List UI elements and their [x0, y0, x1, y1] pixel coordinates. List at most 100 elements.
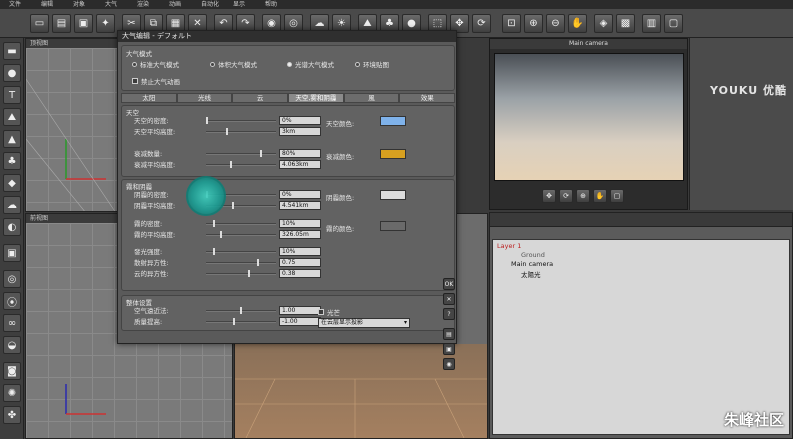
- metaball-icon[interactable]: ⦿: [3, 292, 21, 310]
- param-value-field[interactable]: 80%: [279, 149, 321, 158]
- tree-item-sun[interactable]: 太陽光: [521, 269, 541, 279]
- save-preset-icon[interactable]: ▣: [443, 343, 455, 355]
- slider-knob[interactable]: [240, 307, 242, 314]
- radio-spectral[interactable]: 光谱大气模式: [287, 59, 334, 69]
- param-slider[interactable]: [206, 231, 276, 238]
- text-icon[interactable]: T: [3, 86, 21, 104]
- slider-knob[interactable]: [257, 259, 259, 266]
- slider-knob[interactable]: [213, 248, 215, 255]
- param-slider[interactable]: [206, 117, 276, 124]
- param-slider[interactable]: [206, 248, 276, 255]
- save-icon[interactable]: ▣: [74, 14, 93, 33]
- mountain-icon[interactable]: ⛰: [3, 108, 21, 126]
- tab-wind[interactable]: 風: [343, 93, 400, 103]
- preview-icon[interactable]: ◉: [443, 358, 455, 370]
- fog-color-swatch[interactable]: [380, 221, 406, 231]
- light-tool-icon[interactable]: ✺: [3, 384, 21, 402]
- zoom-fit-icon[interactable]: ⊡: [502, 14, 521, 33]
- rotate-icon[interactable]: ⟳: [472, 14, 491, 33]
- param-value-field[interactable]: 10%: [279, 219, 321, 228]
- tree-item-main-camera[interactable]: Main camera: [511, 260, 553, 268]
- radio-volumetric[interactable]: 体积大气模式: [210, 59, 257, 69]
- radio-envmap[interactable]: 环境贴图: [355, 59, 389, 69]
- menu-help[interactable]: 帮助: [256, 0, 288, 9]
- drop-icon[interactable]: ◒: [3, 336, 21, 354]
- sphere-icon[interactable]: ●: [3, 64, 21, 82]
- zoom-in-icon[interactable]: ⊕: [524, 14, 543, 33]
- open-folder-icon[interactable]: ▤: [52, 14, 71, 33]
- cloud-icon[interactable]: ☁: [3, 196, 21, 214]
- param-value-field[interactable]: 0.38: [279, 269, 321, 278]
- pan-icon[interactable]: ✥: [542, 189, 556, 203]
- param-value-field[interactable]: 1.00: [279, 306, 321, 315]
- slider-knob[interactable]: [230, 161, 232, 168]
- terrain-icon[interactable]: ▲: [3, 130, 21, 148]
- param-value-field[interactable]: 4.063km: [279, 160, 321, 169]
- load-preset-icon[interactable]: ▤: [443, 328, 455, 340]
- param-value-field[interactable]: 0.75: [279, 258, 321, 267]
- new-file-icon[interactable]: ▭: [30, 14, 49, 33]
- plane-icon[interactable]: ▬: [3, 42, 21, 60]
- lamp-icon[interactable]: ◐: [3, 218, 21, 236]
- menu-edit[interactable]: 编辑: [32, 0, 64, 9]
- param-slider[interactable]: [206, 307, 276, 314]
- param-value-field[interactable]: 3km: [279, 127, 321, 136]
- param-slider[interactable]: [206, 318, 276, 325]
- sky-color-swatch[interactable]: [380, 116, 406, 126]
- slider-knob[interactable]: [260, 150, 262, 157]
- param-value-field[interactable]: 0%: [279, 190, 321, 199]
- slider-knob[interactable]: [233, 318, 235, 325]
- help-button[interactable]: ?: [443, 308, 455, 320]
- haze-color-swatch[interactable]: [380, 190, 406, 200]
- tree-icon[interactable]: ♣: [3, 152, 21, 170]
- orbit-icon[interactable]: ⟳: [559, 189, 573, 203]
- param-slider[interactable]: [206, 270, 276, 277]
- slider-knob[interactable]: [213, 220, 215, 227]
- cancel-button[interactable]: ✕: [443, 293, 455, 305]
- layout-icon[interactable]: ▥: [642, 14, 661, 33]
- cube-icon[interactable]: ▣: [3, 244, 21, 262]
- param-slider[interactable]: [206, 220, 276, 227]
- camera-icon[interactable]: ◈: [594, 14, 613, 33]
- view-icon[interactable]: ▢: [664, 14, 683, 33]
- menu-display[interactable]: 显示: [224, 0, 256, 9]
- tree-item-layer[interactable]: Layer 1: [497, 242, 521, 250]
- boolean-icon[interactable]: ◎: [3, 270, 21, 288]
- link-icon[interactable]: ∞: [3, 314, 21, 332]
- rock-icon[interactable]: ◆: [3, 174, 21, 192]
- clapper-icon[interactable]: ▩: [616, 14, 635, 33]
- frame-icon[interactable]: ▢: [610, 189, 624, 203]
- param-slider[interactable]: [206, 128, 276, 135]
- render-preview[interactable]: [494, 53, 684, 181]
- param-slider[interactable]: [206, 161, 276, 168]
- zoom-icon[interactable]: ⊕: [576, 189, 590, 203]
- tab-sun[interactable]: 太阳: [121, 93, 177, 103]
- param-value-field[interactable]: 326.05m: [279, 230, 321, 239]
- slider-knob[interactable]: [232, 202, 234, 209]
- decay-color-swatch[interactable]: [380, 149, 406, 159]
- menu-object[interactable]: 对象: [64, 0, 96, 9]
- tree-item-ground[interactable]: Ground: [521, 251, 545, 259]
- param-slider[interactable]: [206, 150, 276, 157]
- slider-knob[interactable]: [248, 270, 250, 277]
- menu-file[interactable]: 文件: [0, 0, 32, 9]
- lightshaft-checkbox[interactable]: 光芒: [318, 307, 340, 317]
- ok-button[interactable]: OK: [443, 278, 455, 290]
- zoom-out-icon[interactable]: ⊖: [546, 14, 565, 33]
- tab-light[interactable]: 光线: [176, 93, 233, 103]
- tab-sky-fog-haze[interactable]: 天空,雾和阴霾: [288, 93, 344, 103]
- disable-animation-checkbox[interactable]: 禁止大气动画: [132, 76, 180, 86]
- menu-atmosphere[interactable]: 大气: [96, 0, 128, 9]
- slider-knob[interactable]: [220, 231, 222, 238]
- scene-tree[interactable]: Layer 1 Ground Main camera 太陽光: [492, 239, 790, 435]
- fan-icon[interactable]: ✤: [3, 406, 21, 424]
- slider-knob[interactable]: [226, 128, 228, 135]
- param-value-field[interactable]: 10%: [279, 247, 321, 256]
- menu-animation[interactable]: 动画: [160, 0, 192, 9]
- shadow-dropdown[interactable]: 在云层显示投影 ▾: [318, 318, 410, 328]
- wizard-icon[interactable]: ✦: [96, 14, 115, 33]
- menu-automation[interactable]: 自动化: [192, 0, 224, 9]
- radio-standard[interactable]: 标准大气模式: [132, 59, 179, 69]
- tab-clouds[interactable]: 云: [232, 93, 289, 103]
- tab-effects[interactable]: 效果: [399, 93, 456, 103]
